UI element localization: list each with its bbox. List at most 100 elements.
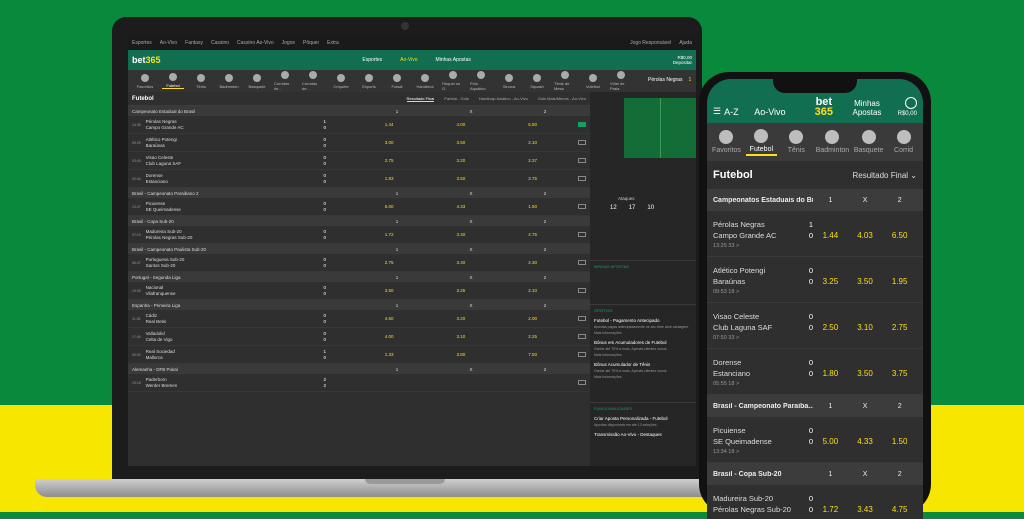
live-stream-icon[interactable] bbox=[569, 287, 586, 294]
mobile-sport-3[interactable]: Badminton bbox=[816, 130, 849, 154]
top-right-link[interactable]: Jogo Responsável bbox=[630, 40, 671, 46]
mobile-event-row[interactable]: Picuiense SE Queimadense 13:34 18 >0 0 5.00 4… bbox=[707, 417, 923, 463]
live-stream-icon[interactable] bbox=[569, 231, 586, 238]
top-link[interactable]: Cassino Ao-Vivo bbox=[237, 40, 274, 46]
market-selector[interactable]: Resultado Final ⌄ bbox=[852, 171, 917, 180]
odds-button[interactable]: 1.80 bbox=[813, 349, 848, 394]
nav-ao-vivo[interactable]: Ao-Vivo bbox=[400, 57, 417, 63]
odds-button[interactable]: 4.33 bbox=[848, 417, 883, 462]
odds-button[interactable]: 3.00 bbox=[353, 140, 425, 145]
odds-button[interactable]: 2.37 bbox=[497, 158, 569, 163]
top-link[interactable]: Extra bbox=[327, 40, 339, 46]
sport-7[interactable]: Críquete bbox=[330, 73, 352, 89]
event-row[interactable]: 09:29 Atlético Potengi Baraúnas 0 0 3.00 3.50 2… bbox=[128, 134, 590, 152]
odds-button[interactable]: 3.50 bbox=[425, 140, 497, 145]
odds-button[interactable]: 1.95 bbox=[882, 257, 917, 302]
more-info-link[interactable]: Mais Informações bbox=[594, 330, 692, 336]
live-stream-icon[interactable] bbox=[569, 379, 586, 386]
nav-minhas-apostas[interactable]: Minhas Apostas bbox=[436, 57, 471, 63]
live-stream-icon[interactable] bbox=[569, 121, 586, 128]
sport-12[interactable]: Pólo Aquático bbox=[470, 71, 492, 91]
live-stream-icon[interactable] bbox=[569, 259, 586, 266]
az-menu[interactable]: ☰ A-Z bbox=[713, 106, 754, 117]
sport-10[interactable]: Handebol bbox=[414, 73, 436, 89]
account-button[interactable]: R$0,00 bbox=[891, 97, 917, 117]
top-link[interactable]: Jogos bbox=[282, 40, 295, 46]
odds-button[interactable]: 4.33 bbox=[425, 204, 497, 209]
top-link[interactable]: Pôquer bbox=[303, 40, 319, 46]
sport-15[interactable]: Tênis de Mesa bbox=[554, 71, 576, 91]
feature-item[interactable]: Criar Aposta Personalizada - Futebol Apos… bbox=[594, 416, 692, 428]
odds-button[interactable]: 2.50 bbox=[813, 303, 848, 348]
odds-button[interactable]: 4.75 bbox=[497, 232, 569, 237]
mobile-event-row[interactable]: Pérolas Negras Campo Grande AC 13:25 33 >1… bbox=[707, 211, 923, 257]
mobile-event-row[interactable]: Visao Celeste Club Laguna SAF 07:50 33 >0 0… bbox=[707, 303, 923, 349]
top-link[interactable]: Ao-Vivo bbox=[160, 40, 177, 46]
more-info-link[interactable]: Mais Informações bbox=[594, 352, 692, 358]
odds-button[interactable]: 4.00 bbox=[425, 122, 497, 127]
odds-button[interactable]: 4.50 bbox=[353, 316, 425, 321]
odds-button[interactable]: 5.00 bbox=[813, 417, 848, 462]
market-tab-resultado[interactable]: Resultado Final bbox=[406, 96, 435, 102]
odds-button[interactable]: 1.44 bbox=[353, 122, 425, 127]
tab-minhas-apostas[interactable]: Minhas Apostas bbox=[842, 99, 891, 117]
odds-button[interactable]: 3.20 bbox=[425, 316, 497, 321]
event-row[interactable]: 17:40 Valladolid Celta de Vigo 0 0 4.00 3.10 2.… bbox=[128, 328, 590, 346]
sport-1[interactable]: Futebol bbox=[162, 73, 184, 89]
more-info-link[interactable]: Mais Informações bbox=[594, 374, 692, 380]
nav-esportes[interactable]: Esportes bbox=[362, 57, 382, 63]
odds-button[interactable]: 3.50 bbox=[848, 257, 883, 302]
odds-button[interactable]: 1.72 bbox=[353, 232, 425, 237]
tab-ao-vivo[interactable]: Ao-Vivo bbox=[754, 107, 805, 117]
event-row[interactable]: 03:43 Visao Celeste Club Laguna SAF 0 0 2.75 3… bbox=[128, 152, 590, 170]
offer-item[interactable]: Futebol - Pagamento Antecipado Apostas pa… bbox=[594, 318, 692, 336]
event-row[interactable]: 07:19 Madureira Sub-20 Pérolas Negras Sub-… bbox=[128, 226, 590, 244]
odds-button[interactable]: 3.25 bbox=[425, 288, 497, 293]
odds-button[interactable]: 4.03 bbox=[848, 211, 883, 256]
odds-button[interactable]: 1.33 bbox=[353, 352, 425, 357]
odds-button[interactable]: 6.50 bbox=[497, 122, 569, 127]
odds-button[interactable]: 2.75 bbox=[882, 303, 917, 348]
sport-6[interactable]: Corridas de... bbox=[302, 71, 324, 91]
odds-button[interactable]: 3.50 bbox=[353, 288, 425, 293]
mobile-event-row[interactable]: Atlético Potengi Baraúnas 09:53 18 >0 0 3.25… bbox=[707, 257, 923, 303]
live-stream-icon[interactable] bbox=[569, 139, 586, 146]
odds-button[interactable]: 3.80 bbox=[425, 352, 497, 357]
odds-button[interactable]: 3.40 bbox=[425, 232, 497, 237]
live-stream-icon[interactable] bbox=[569, 315, 586, 322]
odds-button[interactable]: 3.25 bbox=[813, 257, 848, 302]
odds-button[interactable]: 5.00 bbox=[353, 204, 425, 209]
live-stream-icon[interactable] bbox=[569, 333, 586, 340]
event-row[interactable]: 19:18 Paderborn Werder Bremen 2 2 bbox=[128, 374, 590, 392]
live-stream-icon[interactable] bbox=[569, 203, 586, 210]
mobile-sport-4[interactable]: Basquete bbox=[853, 130, 884, 154]
odds-button[interactable]: 3.43 bbox=[848, 485, 883, 519]
odds-button[interactable]: 3.10 bbox=[848, 303, 883, 348]
mobile-sport-1[interactable]: Futebol bbox=[745, 128, 777, 156]
odds-button[interactable]: 2.00 bbox=[497, 316, 569, 321]
odds-button[interactable]: 7.50 bbox=[497, 352, 569, 357]
live-stream-icon[interactable] bbox=[569, 157, 586, 164]
feature-item[interactable]: Transmissão Ao-Vivo - Destaques bbox=[594, 432, 692, 438]
market-tab-gols[interactable]: Partida - Gols bbox=[444, 96, 468, 101]
sport-8[interactable]: Esports bbox=[358, 73, 380, 89]
odds-button[interactable]: 2.30 bbox=[497, 260, 569, 265]
mobile-sport-2[interactable]: Tênis bbox=[781, 130, 812, 154]
event-row[interactable]: 06:47 Portuguesa Sub-20 Santos Sub-20 0 0 2.7… bbox=[128, 254, 590, 272]
event-row[interactable]: 00:03 Real Sociedad Mallorca 1 0 1.33 3.80 7.50 bbox=[128, 346, 590, 364]
odds-button[interactable]: 1.50 bbox=[497, 204, 569, 209]
event-row[interactable]: 13:27 Picuiense SE Queimadense 0 0 5.00 4.33 1.… bbox=[128, 198, 590, 216]
top-link[interactable]: Fantasy bbox=[185, 40, 203, 46]
odds-button[interactable]: 6.50 bbox=[882, 211, 917, 256]
live-stream-icon[interactable] bbox=[569, 351, 586, 358]
odds-button[interactable]: 1.83 bbox=[353, 176, 425, 181]
market-tab-handicap[interactable]: Handicap Asiático - Ao-Vivo bbox=[479, 96, 528, 101]
odds-button[interactable]: 4.00 bbox=[353, 334, 425, 339]
mobile-event-row[interactable]: Dorense Estanciano 05:55 18 >0 0 1.80 3.50 3.7… bbox=[707, 349, 923, 395]
odds-button[interactable]: 2.25 bbox=[497, 334, 569, 339]
sport-2[interactable]: Tênis bbox=[190, 73, 212, 89]
sport-9[interactable]: Futsal bbox=[386, 73, 408, 89]
odds-button[interactable]: 3.50 bbox=[425, 176, 497, 181]
event-row[interactable]: 14:35 Pérolas Negras Campo Grande AC 1 0 1.44… bbox=[128, 116, 590, 134]
odds-button[interactable]: 3.40 bbox=[425, 260, 497, 265]
